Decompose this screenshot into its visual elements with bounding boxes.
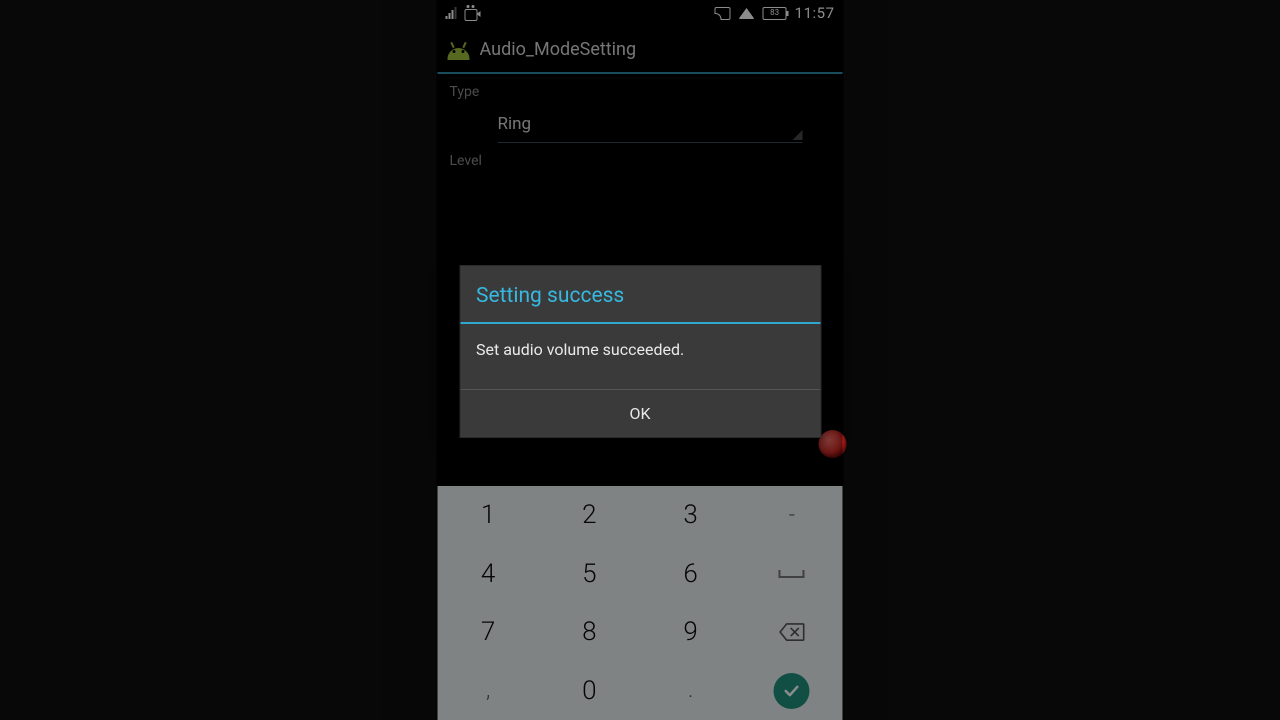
backspace-icon [779,622,805,642]
cast-icon [715,7,731,20]
wifi-icon [739,8,755,19]
key-3[interactable]: 3 [640,486,741,545]
battery-percent: 83 [770,9,779,17]
key-comma[interactable]: , [438,662,539,720]
clock: 11:57 [795,4,835,22]
type-spinner[interactable]: Ring [498,106,803,143]
level-label: Level [438,143,843,175]
key-6[interactable]: 6 [640,545,741,604]
key-space[interactable] [741,545,842,604]
signal-icon [446,7,457,19]
key-1[interactable]: 1 [438,486,539,545]
key-7[interactable]: 7 [438,603,539,662]
app-bar: Audio_ModeSetting [438,26,843,74]
key-5[interactable]: 5 [539,545,640,604]
key-backspace[interactable] [741,603,842,662]
check-icon [782,681,802,701]
dialog-setting-success: Setting success Set audio volume succeed… [459,265,821,438]
key-8[interactable]: 8 [539,603,640,662]
numeric-keypad: 1 2 3 - 4 5 6 7 8 9 , 0 . [438,486,843,720]
key-9[interactable]: 9 [640,603,741,662]
space-icon [779,570,805,578]
key-done[interactable] [741,662,842,720]
dialog-message: Set audio volume succeeded. [460,324,820,389]
key-4[interactable]: 4 [438,545,539,604]
android-icon [448,38,470,60]
record-indicator [819,430,847,458]
app-title: Audio_ModeSetting [480,39,637,60]
phone-frame: 83 11:57 Audio_ModeSetting Type Ring Lev… [438,0,843,720]
status-bar: 83 11:57 [438,0,843,26]
screen-record-icon [465,7,481,19]
dropdown-icon [793,130,803,140]
form-area: Type Ring Level [438,74,843,175]
dialog-title: Setting success [460,266,820,322]
battery-icon: 83 [763,7,787,20]
key-dot[interactable]: . [640,662,741,720]
key-dash[interactable]: - [741,486,842,545]
ok-button[interactable]: OK [460,390,820,437]
type-value: Ring [498,114,532,134]
key-2[interactable]: 2 [539,486,640,545]
key-0[interactable]: 0 [539,662,640,720]
type-label: Type [438,74,843,106]
